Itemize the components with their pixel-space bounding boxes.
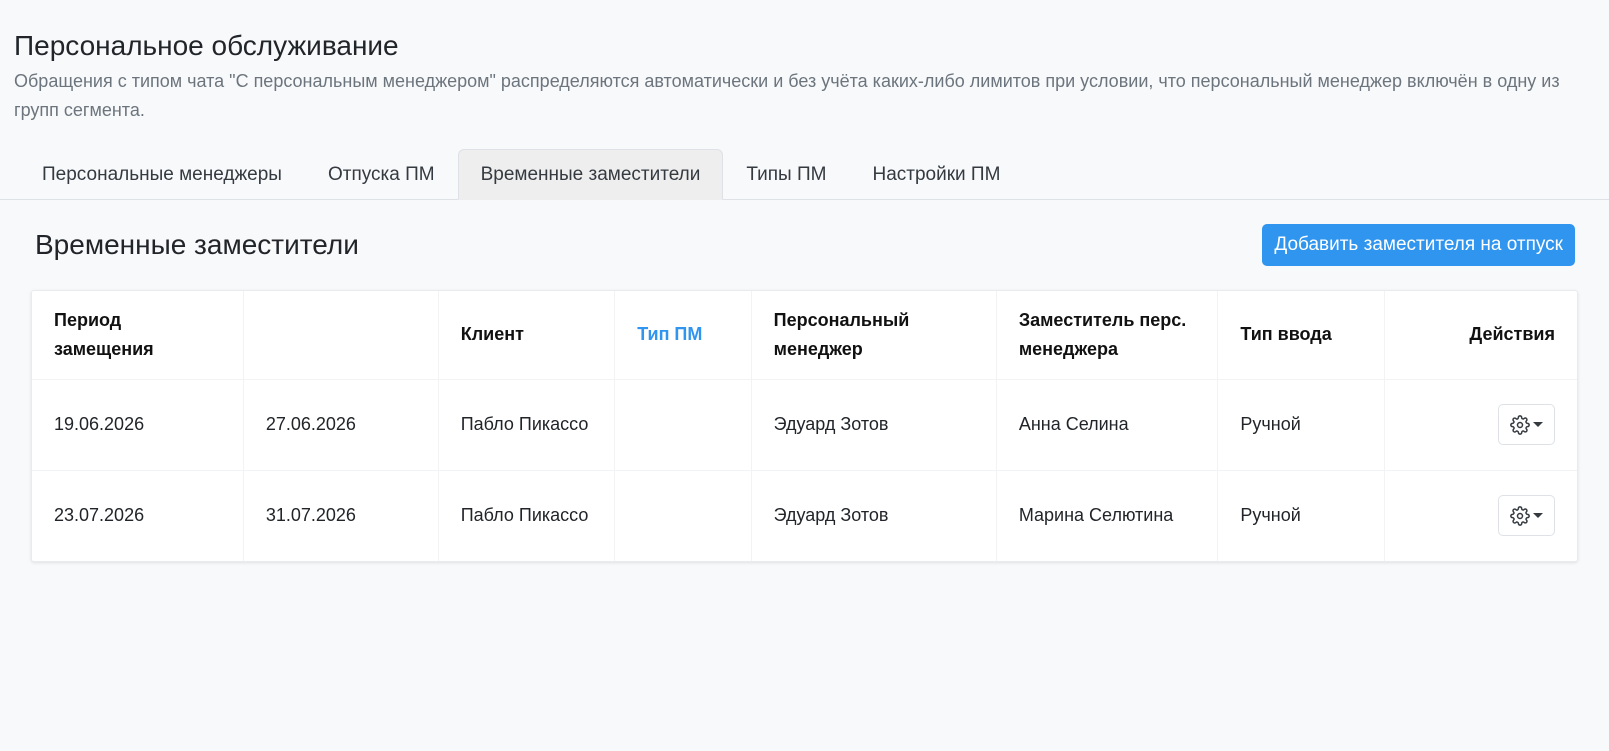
cell-manager: Эдуард Зотов [751, 379, 997, 470]
column-header-client[interactable]: Клиент [438, 291, 616, 379]
tab-pm-types[interactable]: Типы ПМ [723, 149, 849, 200]
section-header: Временные заместители Добавить заместите… [31, 200, 1578, 290]
add-deputy-button[interactable]: Добавить заместителя на отпуск [1262, 224, 1575, 266]
cell-input-type: Ручной [1217, 470, 1385, 561]
column-header-manager[interactable]: Персональный менеджер [751, 291, 997, 379]
tab-bar: Персональные менеджеры Отпуска ПМ Времен… [0, 149, 1609, 200]
cell-deputy: Анна Селина [996, 379, 1219, 470]
deputies-table: Период замещения Клиент Тип ПМ Персональ… [32, 291, 1577, 561]
gear-icon [1510, 414, 1530, 435]
cell-client: Пабло Пикассо [438, 470, 616, 561]
column-header-period-end [243, 291, 439, 379]
page-description: Обращения с типом чата "С персональным м… [14, 71, 1560, 120]
column-header-actions: Действия [1469, 324, 1555, 345]
page-title: Персональное обслуживание [14, 30, 399, 61]
tab-personal-managers[interactable]: Персональные менеджеры [19, 149, 305, 200]
tab-temporary-deputies[interactable]: Временные заместители [457, 149, 724, 200]
column-header-input-type[interactable]: Тип ввода [1217, 291, 1385, 379]
cell-client: Пабло Пикассо [438, 379, 616, 470]
cell-deputy: Марина Селютина [996, 470, 1219, 561]
caret-down-icon [1533, 513, 1543, 519]
cell-start-date: 23.07.2026 [32, 470, 244, 561]
cell-end-date: 27.06.2026 [243, 379, 439, 470]
row-actions-button[interactable] [1498, 495, 1555, 537]
column-header-period[interactable]: Период замещения [32, 291, 244, 379]
column-header-deputy[interactable]: Заместитель перс. менеджера [996, 291, 1219, 379]
column-header-pm-type[interactable]: Тип ПМ [614, 291, 752, 379]
row-actions-button[interactable] [1498, 404, 1555, 445]
tab-pm-vacations[interactable]: Отпуска ПМ [305, 149, 458, 200]
tab-pm-settings[interactable]: Настройки ПМ [849, 149, 1023, 200]
cell-actions [1384, 379, 1577, 470]
table-row: 23.07.2026 31.07.2026 Пабло Пикассо Эдуа… [32, 470, 1577, 561]
deputies-table-card: Период замещения Клиент Тип ПМ Персональ… [31, 290, 1578, 562]
caret-down-icon [1533, 422, 1543, 427]
gear-icon [1510, 505, 1530, 526]
cell-manager: Эдуард Зотов [751, 470, 997, 561]
cell-pm-type [614, 379, 752, 470]
cell-actions [1384, 470, 1577, 561]
table-header-row: Период замещения Клиент Тип ПМ Персональ… [32, 291, 1577, 379]
page-header: Персональное обслуживание Обращения с ти… [0, 0, 1609, 125]
cell-end-date: 31.07.2026 [243, 470, 439, 561]
cell-start-date: 19.06.2026 [32, 379, 244, 470]
cell-input-type: Ручной [1217, 379, 1385, 470]
section-title: Временные заместители [35, 229, 359, 260]
cell-pm-type [614, 470, 752, 561]
table-row: 19.06.2026 27.06.2026 Пабло Пикассо Эдуа… [32, 379, 1577, 470]
main-content: Временные заместители Добавить заместите… [0, 200, 1609, 562]
